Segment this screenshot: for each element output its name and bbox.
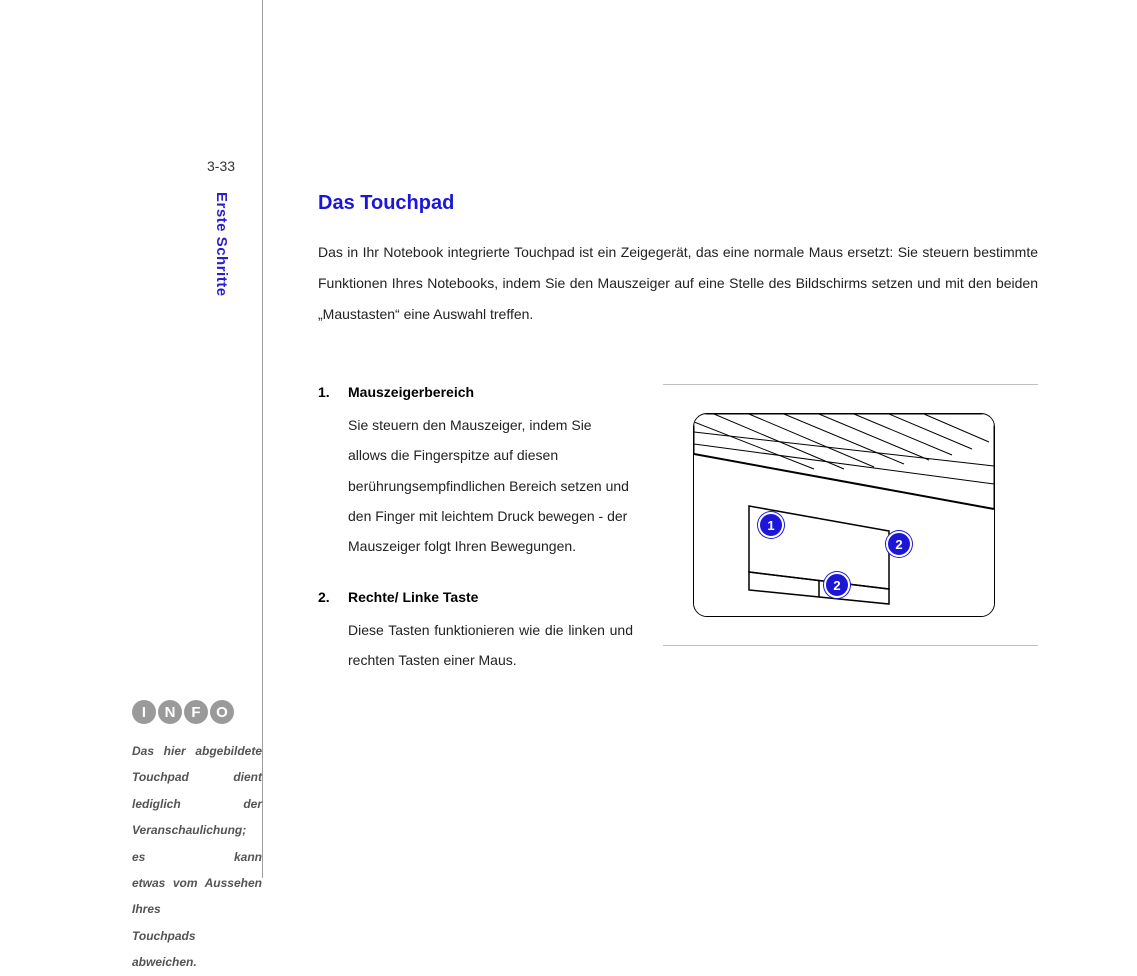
list-item-body: Diese Tasten funktionieren wie die linke… <box>348 615 633 675</box>
intro-paragraph: Das in Ihr Notebook integrierte Touchpad… <box>318 237 1038 329</box>
list-item-body: Sie steuern den Mauszeiger, indem Sie al… <box>348 410 633 560</box>
section-side-title: Erste Schritte <box>213 192 230 297</box>
list-item: Mauszeigerbereich Sie steuern den Mausze… <box>318 384 633 560</box>
figure-rule <box>663 645 1038 646</box>
figure-rule <box>663 384 1038 385</box>
info-note-text: Das hier abgebildete Touchpad dient ledi… <box>132 738 262 976</box>
info-note: I N F O Das hier abgebildete Touchpad di… <box>132 700 262 976</box>
info-letter-icon: I <box>132 700 156 724</box>
figure-column: 1 2 2 <box>663 384 1038 703</box>
info-icon-row: I N F O <box>132 700 262 724</box>
info-letter-icon: O <box>210 700 234 724</box>
vertical-divider <box>262 0 263 878</box>
heading: Das Touchpad <box>318 192 1038 215</box>
info-letter-icon: N <box>158 700 182 724</box>
list-item-title: Mauszeigerbereich <box>318 384 633 400</box>
list-item-title: Rechte/ Linke Taste <box>318 589 633 605</box>
info-letter-icon: F <box>184 700 208 724</box>
manual-page: 3-33 Erste Schritte I N F O Das hier abg… <box>0 0 1137 954</box>
touchpad-figure: 1 2 2 <box>693 413 995 617</box>
list-item: Rechte/ Linke Taste Diese Tasten funktio… <box>318 589 633 675</box>
page-number: 3-33 <box>207 158 235 174</box>
list-column: Mauszeigerbereich Sie steuern den Mausze… <box>318 384 633 703</box>
content-area: Das Touchpad Das in Ihr Notebook integri… <box>318 192 1038 703</box>
